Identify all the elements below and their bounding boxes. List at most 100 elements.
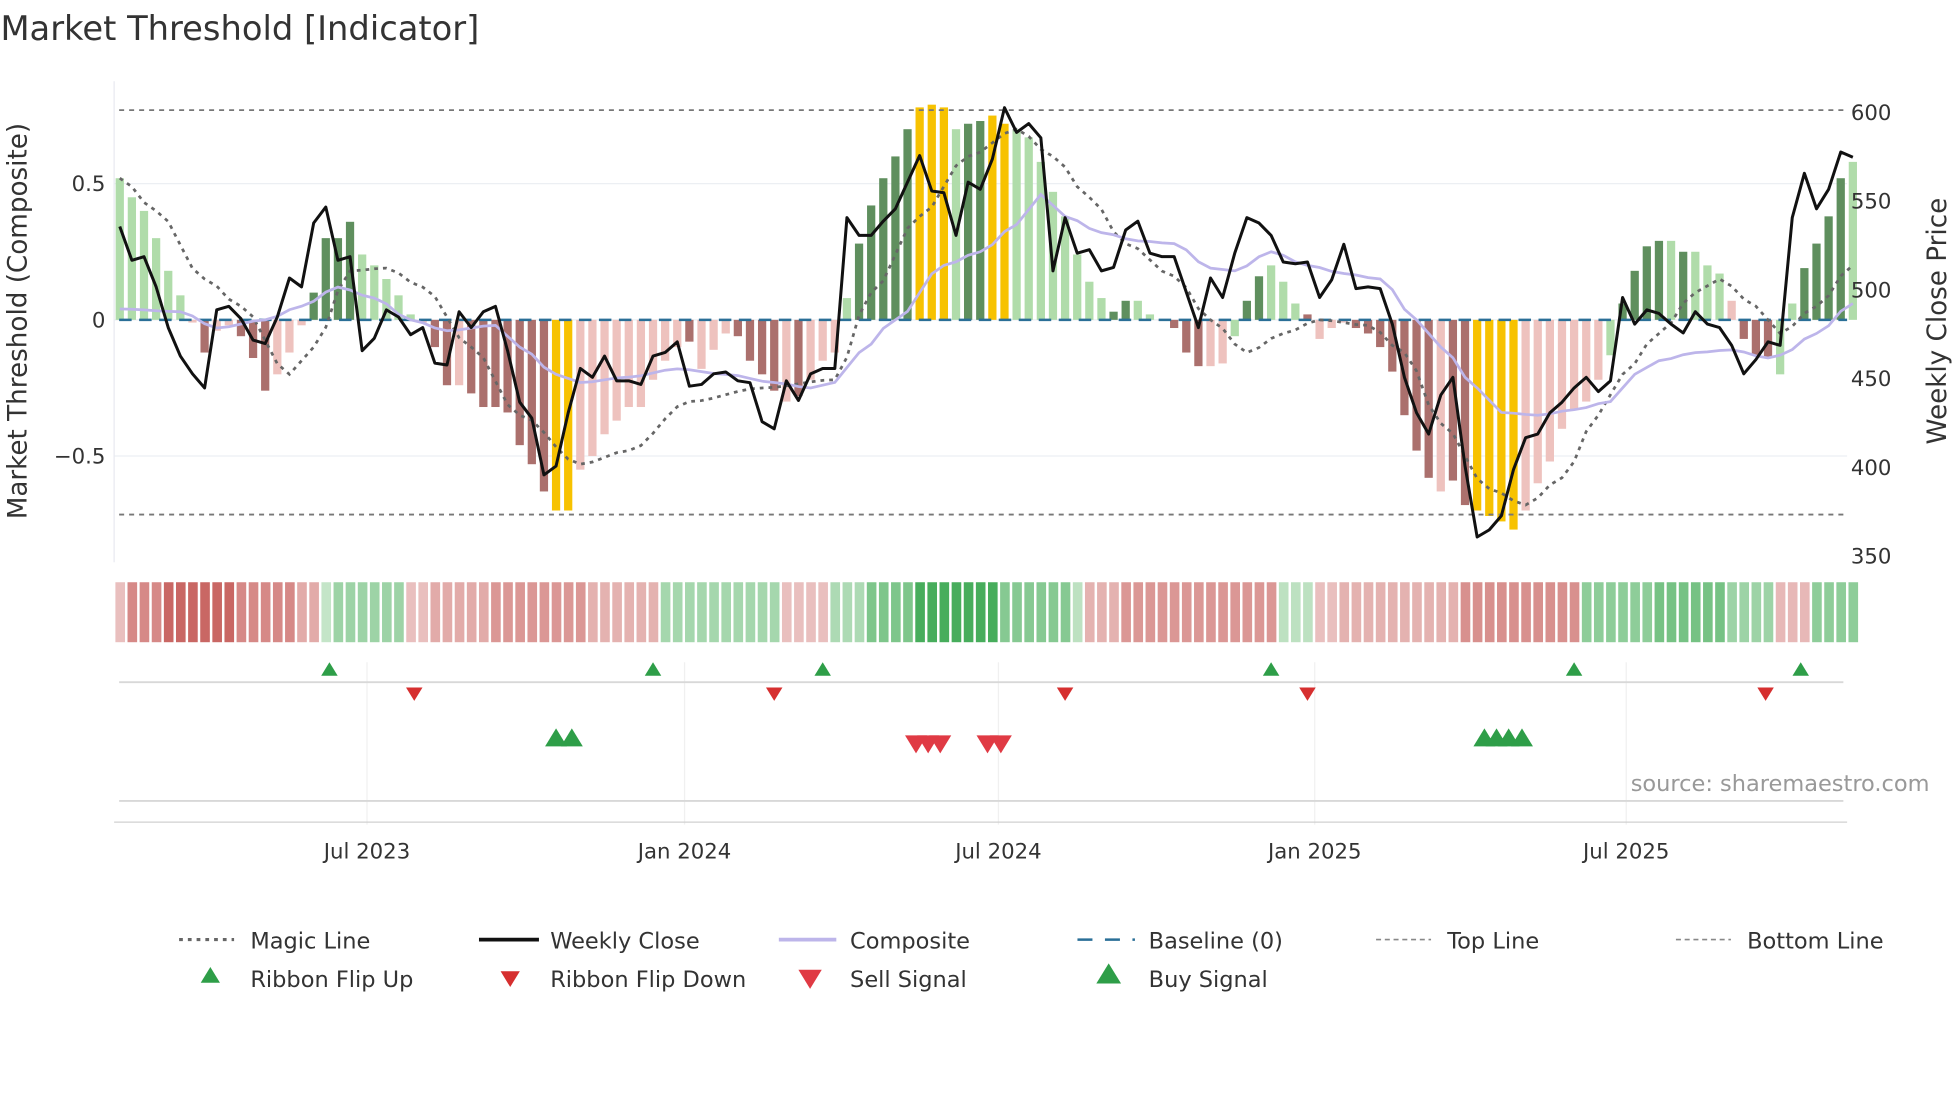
ribbon-cell — [1557, 582, 1568, 643]
composite-bar — [1727, 300, 1736, 320]
ribbon-cell — [1097, 582, 1107, 643]
ribbon-flip-down-marker — [1757, 687, 1774, 701]
ribbon-cell — [1812, 582, 1822, 643]
legend-label: Ribbon Flip Down — [550, 967, 746, 993]
composite-bar — [1279, 281, 1288, 320]
ribbon-cell — [1654, 582, 1665, 643]
ribbon-cell — [563, 582, 574, 643]
ribbon-cell — [1533, 582, 1543, 643]
ribbon-cell — [188, 582, 198, 643]
ribbon-cell — [1000, 582, 1010, 643]
y-tick-label: 0.5 — [72, 172, 106, 197]
ribbon-cell — [588, 582, 598, 643]
ribbon-cell — [1254, 582, 1265, 643]
ribbon-cell — [1048, 582, 1059, 643]
composite-bar — [261, 319, 270, 391]
composite-bar — [1703, 265, 1712, 320]
composite-bar — [1291, 303, 1300, 320]
ribbon-cell — [1133, 582, 1144, 643]
y2-tick-label: 350 — [1851, 544, 1892, 569]
legend-flip-down-icon — [500, 971, 520, 988]
composite-bar — [1763, 319, 1773, 358]
ribbon-cell — [212, 582, 222, 643]
ribbon-cell — [236, 582, 247, 643]
ribbon-cell — [200, 582, 210, 643]
ribbon-flip-up-marker — [814, 662, 831, 676]
ribbon-cell — [1690, 582, 1701, 643]
composite-bar — [1266, 265, 1276, 320]
ribbon-cell — [1206, 582, 1216, 643]
ribbon-cell — [624, 582, 635, 643]
magic-line — [118, 127, 1854, 507]
composite-bar — [1594, 319, 1603, 380]
ribbon-cell — [285, 582, 295, 643]
composite-bar — [964, 123, 973, 320]
composite-bar — [176, 295, 185, 320]
ribbon-cell — [1315, 582, 1325, 643]
ribbon-cell — [1375, 582, 1386, 643]
ribbon-cell — [248, 582, 259, 643]
composite-bar — [879, 178, 888, 320]
ribbon-cell — [1824, 582, 1834, 643]
composite-bar — [285, 319, 294, 353]
ribbon-cell — [685, 582, 695, 643]
ribbon-cell — [1169, 582, 1180, 643]
ribbon-cell — [551, 582, 562, 643]
ribbon-cell — [175, 582, 186, 643]
ribbon-cell — [1703, 582, 1713, 643]
ribbon-flip-down-marker — [1299, 687, 1316, 701]
ribbon-cell — [1363, 582, 1374, 643]
legend-label: Buy Signal — [1149, 967, 1268, 993]
composite-bar — [576, 319, 585, 470]
ribbon-cell — [1800, 582, 1810, 643]
buy-signal-marker — [560, 728, 583, 747]
ribbon-cell — [1593, 582, 1604, 643]
legend-label: Bottom Line — [1747, 928, 1883, 954]
ribbon-cell — [1339, 582, 1350, 643]
ribbon-cell — [1412, 582, 1422, 643]
ribbon-cell — [163, 582, 174, 643]
composite-bar — [1230, 319, 1239, 337]
ribbon-flip-up-marker — [1262, 662, 1280, 676]
composite-bar — [709, 319, 718, 350]
legend-flip-up-icon — [200, 967, 220, 983]
ribbon-flip-down-marker — [406, 687, 423, 701]
x-tick-label: Jan 2025 — [1266, 839, 1362, 864]
ribbon-cell — [1024, 582, 1034, 643]
legend-label: Top Line — [1446, 928, 1539, 954]
ribbon-cell — [1327, 582, 1337, 643]
ribbon-cell — [709, 582, 719, 643]
ribbon-cell — [648, 582, 659, 643]
ribbon-cell — [503, 582, 513, 643]
legend-label: Ribbon Flip Up — [250, 967, 413, 993]
ribbon-flip-up-marker — [321, 662, 338, 676]
composite-bar — [733, 319, 742, 337]
composite-bar — [806, 319, 815, 380]
composite-bar — [1533, 319, 1542, 484]
ribbon-cell — [539, 582, 550, 643]
ribbon-cell — [382, 582, 392, 643]
composite-bar — [479, 319, 488, 408]
legend-label: Composite — [850, 928, 970, 954]
composite-bar — [1133, 300, 1142, 320]
ribbon-cell — [891, 582, 901, 643]
composite-bar — [1315, 319, 1324, 339]
ribbon-cell — [297, 582, 307, 643]
composite-bar — [1254, 276, 1264, 320]
ribbon-cell — [975, 582, 986, 643]
market-threshold-chart: Market Threshold [Indicator] 0.5 0 −0.5 600… — [0, 9, 1952, 993]
composite-bar — [927, 104, 936, 320]
ribbon-cell — [1194, 582, 1204, 643]
ribbon-cell — [721, 582, 731, 643]
ribbon-cell — [394, 582, 404, 643]
weekly-close-line — [118, 106, 1854, 539]
ribbon-cell — [963, 582, 974, 643]
composite-line — [119, 192, 1854, 417]
ribbon-cell — [939, 582, 950, 643]
ribbon-cell — [454, 582, 465, 643]
y2-tick-label: 400 — [1851, 456, 1892, 481]
composite-bar — [818, 319, 827, 361]
ribbon-cell — [1581, 582, 1592, 643]
composite-bar — [588, 319, 597, 457]
composite-bar — [903, 129, 912, 320]
